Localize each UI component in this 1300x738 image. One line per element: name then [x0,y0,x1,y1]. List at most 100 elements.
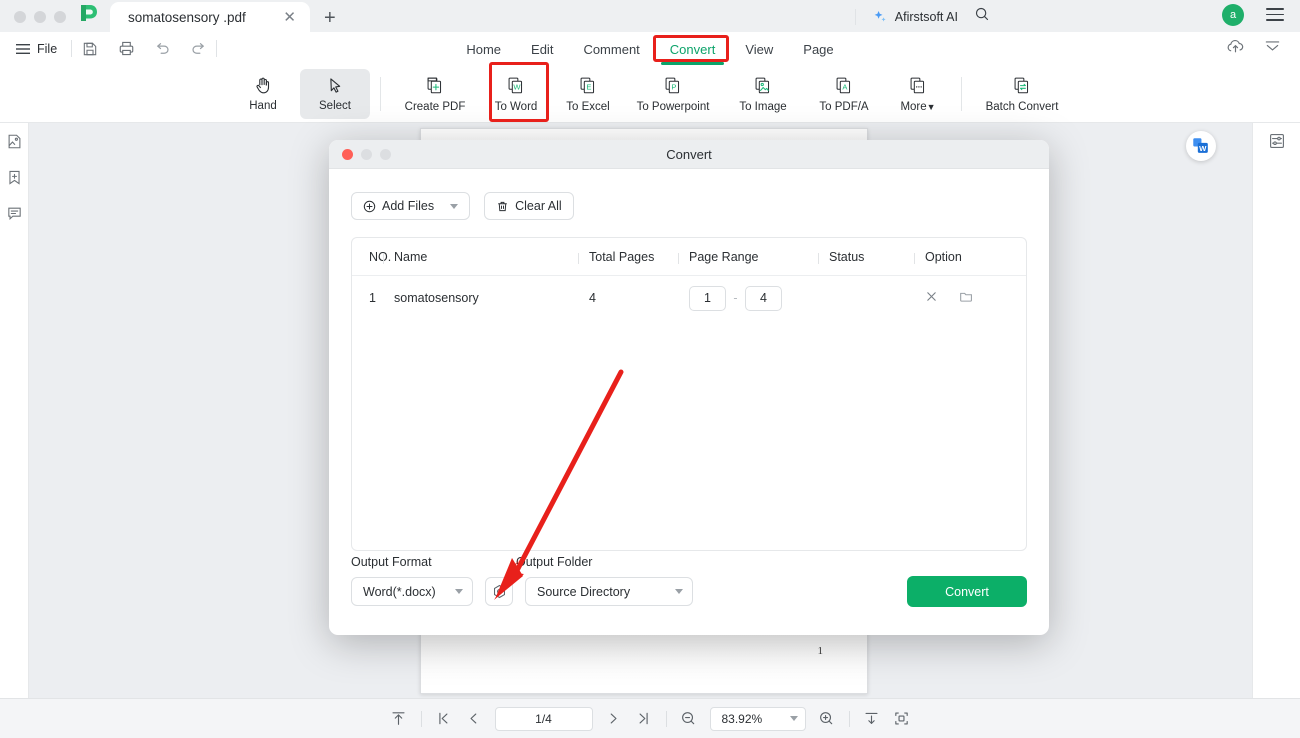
tab-somatosensory[interactable]: somatosensory .pdf ✕ [110,2,310,32]
menu-item-comment[interactable]: Comment [581,39,641,60]
fit-width-icon[interactable] [857,704,887,734]
status-divider-3 [848,710,850,727]
status-divider-1 [420,710,422,727]
to-pdfa-icon: A [836,77,851,94]
menu-divider [854,8,856,25]
new-tab-button[interactable]: + [310,8,350,32]
zoom-in-icon[interactable] [812,704,842,734]
output-folder-value: Source Directory [537,584,631,599]
window-close-button[interactable] [14,11,26,23]
add-files-button[interactable]: Add Files [351,192,471,220]
to-word-icon: W [508,77,523,94]
clear-all-button[interactable]: Clear All [484,192,574,220]
menu-item-view[interactable]: View [743,39,775,60]
table-row[interactable]: 1 somatosensory 4 1 - 4 [352,276,1026,320]
hamburger-menu-icon[interactable] [1266,8,1284,25]
to-powerpoint-icon: P [665,77,680,94]
avatar[interactable]: a [1222,4,1244,26]
status-bar: 1/4 83.92% [0,698,1300,738]
column-header-status: Status [818,250,925,264]
chevron-down-icon [455,589,463,594]
collapse-ribbon-icon[interactable] [1263,38,1282,60]
tab-close-icon[interactable]: ✕ [283,10,296,25]
svg-text:E: E [586,83,591,92]
page-number-input[interactable]: 1/4 [494,706,593,731]
convert-button-label: Convert [945,584,989,599]
top-right-tools [1226,38,1282,60]
ribbon-to-image[interactable]: To Image [723,69,803,119]
ribbon-more[interactable]: More▼ [885,69,951,119]
afirstsoft-ai-button[interactable]: Afirstsoft AI [872,9,958,25]
row-options [925,290,1025,307]
ribbon-to-pdfa-label: To PDF/A [819,101,869,113]
scroll-top-icon[interactable] [384,704,414,734]
window-minimize-button[interactable] [34,11,46,23]
ribbon-batch-convert[interactable]: Batch Convert [972,69,1072,119]
thumbnail-icon[interactable] [3,130,25,152]
ribbon-select-tool[interactable]: Select [300,68,370,119]
open-folder-icon[interactable] [959,290,973,307]
dialog-footer: Output Format Output Folder Word(*.docx)… [329,547,1049,635]
dialog-title: Convert [666,146,712,162]
prev-page-icon[interactable] [459,704,489,734]
footer-controls-row: Word(*.docx) Source Directory Convert [351,576,1027,607]
remove-file-icon[interactable] [925,290,938,306]
properties-icon[interactable] [1266,130,1288,152]
afirstsoft-ai-label: Afirstsoft AI [894,9,958,24]
ribbon-to-word[interactable]: W To Word [481,69,551,119]
output-folder-label: Output Folder [516,555,593,569]
ribbon-to-pdfa[interactable]: A To PDF/A [805,69,883,119]
page-range-to-input[interactable]: 4 [744,285,782,311]
bookmark-icon[interactable] [3,166,25,188]
column-header-no: NO. [369,249,392,264]
ribbon-hand-tool[interactable]: Hand [228,69,298,119]
word-convert-icon[interactable]: W [1186,131,1216,161]
dialog-title-bar: Convert [329,140,1049,169]
menu-item-convert[interactable]: Convert [660,39,724,65]
settings-gear-icon [493,584,505,599]
ribbon-to-excel[interactable]: E To Excel [553,69,623,119]
window-maximize-button[interactable] [54,11,66,23]
ribbon-create-pdf[interactable]: Create PDF [391,69,479,119]
table-header-row: NO. Name Total Pages Page Range Status O… [352,238,1026,276]
output-folder-select[interactable]: Source Directory [525,577,693,606]
output-format-select[interactable]: Word(*.docx) [351,577,473,606]
ribbon-to-word-label: To Word [494,101,538,113]
to-excel-icon: E [580,77,595,94]
zoom-level-value: 83.92% [721,711,763,726]
menu-right-tools: Afirstsoft AI [854,6,990,27]
search-icon[interactable] [974,6,990,27]
footer-labels-row: Output Format Output Folder [351,547,1027,569]
menu-item-page[interactable]: Page [801,39,835,60]
first-page-icon[interactable] [429,704,459,734]
ribbon-toolbar: Hand Select Create PDF W To Word E To Ex… [0,65,1300,123]
zoom-level-select[interactable]: 83.92% [709,706,806,731]
ribbon-convert-group: Create PDF W To Word E To Excel P To Pow… [391,69,951,119]
create-pdf-icon [427,77,442,94]
column-header-option: Option [914,250,1025,264]
comment-icon[interactable] [3,202,25,224]
zoom-out-icon[interactable] [674,704,704,734]
menu-items: Home Edit Comment Convert View Page [464,39,835,65]
row-number: 1 [369,291,376,305]
output-format-label: Output Format [351,555,432,569]
page-range-from-input[interactable]: 1 [689,285,726,311]
menu-item-home[interactable]: Home [464,39,503,60]
ribbon-to-powerpoint[interactable]: P To Powerpoint [625,69,721,119]
output-settings-button[interactable] [485,577,513,606]
chevron-down-icon [789,716,798,721]
row-page-range: 1 - 4 [689,285,829,311]
right-sidebar [1252,123,1300,698]
batch-convert-icon [1014,77,1029,94]
last-page-icon[interactable] [629,704,659,734]
more-icon [910,77,925,94]
convert-dialog: Convert Add Files Clear All NO. Name Tot… [329,140,1049,635]
convert-button[interactable]: Convert [907,576,1027,607]
cloud-upload-icon[interactable] [1226,38,1245,60]
output-format-value: Word(*.docx) [363,584,436,599]
ribbon-select-label: Select [319,100,351,112]
menu-item-edit[interactable]: Edit [529,39,555,60]
chevron-down-icon[interactable] [450,203,459,209]
next-page-icon[interactable] [599,704,629,734]
fit-page-icon[interactable] [887,704,917,734]
